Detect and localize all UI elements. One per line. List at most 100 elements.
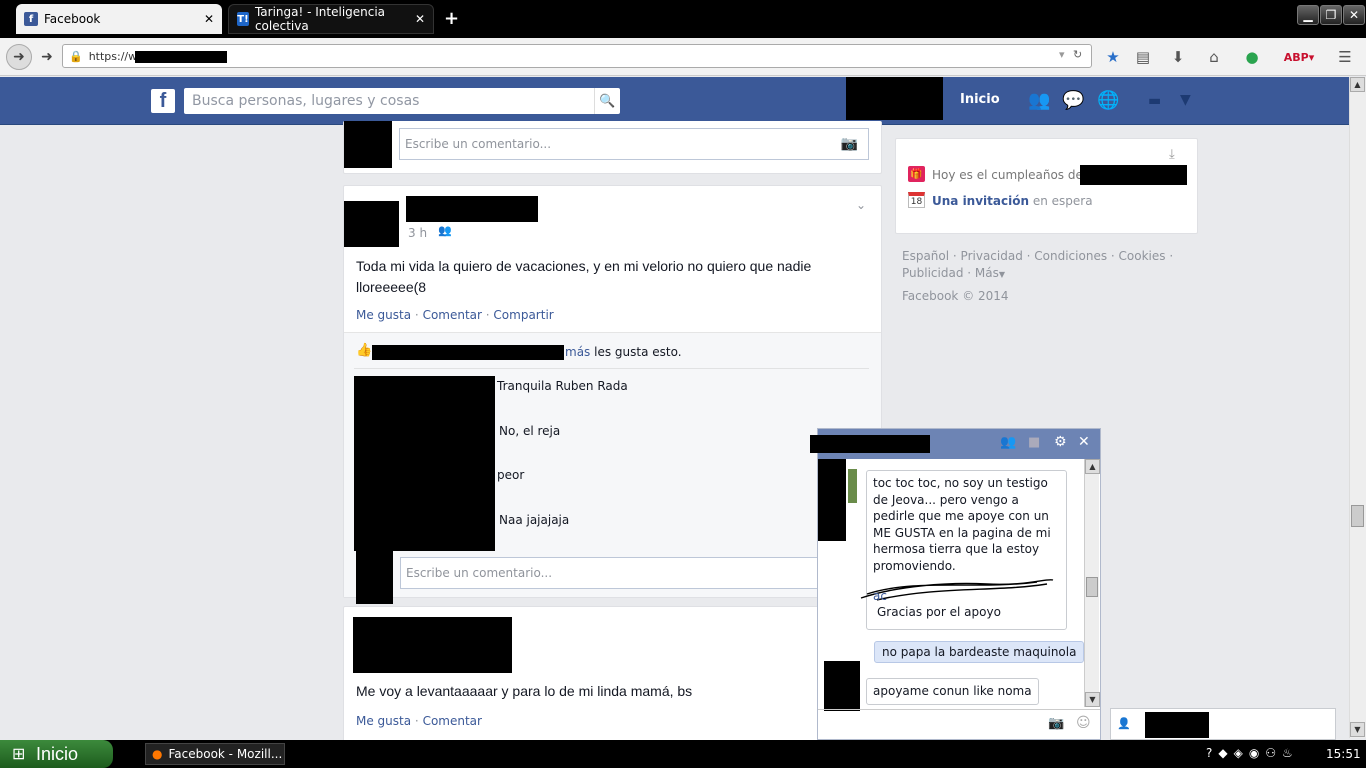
camera-icon[interactable]: 📷 [1048,716,1064,731]
reload-icon[interactable]: ↻ [1073,48,1082,61]
facebook-favicon-icon: f [24,12,38,26]
privacy-shortcuts-icon[interactable]: ▬ [1148,93,1161,109]
taskbar-app-firefox[interactable]: ● Facebook - Mozill... [145,743,285,765]
chat-header[interactable]: 👥 ■ ⚙ ✕ [810,429,1100,459]
search-placeholder: Busca personas, lugares y cosas [192,93,420,109]
invite-rest: en espera [1032,194,1093,208]
minimize-button[interactable]: ▁ [1297,5,1319,25]
scroll-thumb[interactable] [1351,505,1364,527]
page-footer: Español · Privacidad · Condiciones · Coo… [902,248,1202,305]
copyright: Facebook © 2014 [902,289,1009,303]
close-icon[interactable]: ✕ [1078,434,1090,450]
footer-link[interactable]: Más [975,266,999,280]
start-button[interactable]: ⊞ Inicio [0,740,113,768]
browser-tab-strip: f Facebook ✕ T! Taringa! - Inteligencia … [0,0,1366,38]
redacted-avatar [344,121,392,168]
scroll-up-arrow[interactable]: ▲ [1350,77,1365,92]
post-feedback-area: 👍 más les gusta esto. Tranquila Ruben Ra… [344,332,881,604]
footer-link[interactable]: Cookies [1119,249,1166,263]
footer-link[interactable]: Condiciones [1034,249,1107,263]
footer-link[interactable]: Español [902,249,949,263]
emoji-icon[interactable]: ☺ [1076,715,1091,731]
footer-link[interactable]: Publicidad [902,266,963,280]
restore-button[interactable]: ❐ [1320,5,1342,25]
scroll-down-arrow[interactable]: ▼ [1350,722,1365,737]
facebook-logo-icon[interactable]: f [151,89,175,113]
comment-link[interactable]: Comentar [423,308,482,322]
account-menu-chevron-icon[interactable]: ▼ [1180,92,1191,108]
download-icon[interactable]: ⬇ [1167,46,1189,68]
video-call-icon[interactable]: ■ [1028,435,1040,450]
share-link[interactable]: Compartir [493,308,553,322]
post-options-chevron-icon[interactable]: ⌄ [856,198,866,212]
windows-taskbar: ⊞ Inicio ● Facebook - Mozill... ?◆◈◉⚇♨ 1… [0,740,1366,768]
post-text: Toda mi vida la quiero de vacaciones, y … [356,258,812,295]
chat-message-outgoing: no papa la bardeaste maquinola [874,641,1085,663]
chat-message-incoming: apoyame conun like noma [866,678,1039,705]
dropdown-arrow-icon[interactable]: ▾ [1059,48,1065,61]
calendar-icon: 18 [908,192,925,208]
close-tab-icon[interactable]: ✕ [204,12,214,26]
message-text: Gracias por el apoyo [877,605,1001,619]
page-scrollbar[interactable]: ▲ ▼ [1349,77,1366,738]
close-tab-icon[interactable]: ✕ [415,12,425,26]
comment-input[interactable]: Escribe un comentario... [400,557,820,589]
new-tab-button[interactable]: + [444,8,459,29]
forward-arrow-icon[interactable]: ➜ [36,46,58,68]
taskbar-clock[interactable]: 15:51 [1326,747,1361,761]
tab-facebook[interactable]: f Facebook ✕ [16,4,222,34]
redacted-author-name [406,196,538,222]
comment-text: peor [497,468,525,482]
search-input[interactable]: Busca personas, lugares y cosas [184,88,620,114]
like-link[interactable]: Me gusta [356,714,411,728]
likes-suffix: les gusta esto. [594,345,682,359]
lock-icon: 🔒 [69,49,83,63]
chat-scrollbar[interactable]: ▲ ▼ [1084,459,1100,707]
scroll-down-arrow[interactable]: ▼ [1085,692,1100,707]
link-tail[interactable]: ac [873,588,887,605]
sender-avatar [848,469,857,503]
comment-text: Naa jajajaja [499,513,570,527]
close-window-button[interactable]: ✕ [1343,5,1365,25]
system-tray-icons[interactable]: ?◆◈◉⚇♨ [1206,746,1299,760]
footer-link[interactable]: Privacidad [961,249,1023,263]
home-link[interactable]: Inicio [960,92,1000,107]
previous-post-comment-area: Escribe un comentario... 📷 [343,121,882,174]
notifications-globe-icon[interactable]: 🌐 [1097,90,1119,111]
invite-link[interactable]: Una invitación [932,194,1029,208]
extension-icon[interactable]: ● [1241,46,1263,68]
url-bar[interactable]: 🔒 https://ww ▾ ↻ [62,44,1092,68]
calendar-day: 18 [910,197,923,207]
like-link[interactable]: Me gusta [356,308,411,322]
scroll-up-arrow[interactable]: ▲ [1085,459,1100,474]
chat-input[interactable]: 📷 ☺ [818,709,1100,739]
camera-icon[interactable]: 📷 [841,136,858,152]
messages-icon[interactable]: 💬 [1062,90,1084,111]
bookmark-star-icon[interactable]: ★ [1102,46,1124,68]
scribbled-link: ac [860,574,1060,605]
scroll-thumb[interactable] [1086,577,1098,597]
taskbar-app-label: Facebook - Mozill... [168,747,283,761]
adblock-icon[interactable]: ABP▾ [1284,46,1314,68]
reading-list-icon[interactable]: ▤ [1132,46,1154,68]
post-timestamp[interactable]: 3 h [408,226,427,240]
chat-sidebar-tab[interactable]: 👤 [1110,708,1336,740]
download-icon[interactable]: ⤓ [1169,147,1175,162]
comment-input[interactable]: Escribe un comentario... 📷 [399,128,869,160]
reminders-card: ⤓ 🎁 Hoy es el cumpleaños de 18 Una invit… [895,138,1198,234]
redacted-likers [372,345,564,360]
comment-link[interactable]: Comentar [423,714,482,728]
gear-icon[interactable]: ⚙ [1054,434,1067,450]
search-icon[interactable]: 🔍 [594,88,620,114]
post-text: Me voy a levantaaaaar y para lo de mi li… [356,683,693,699]
taringa-favicon-icon: T! [237,12,249,26]
message-text: toc toc toc, no soy un testigo de Jeova.… [873,476,1051,573]
home-icon[interactable]: ⌂ [1203,46,1225,68]
back-arrow-icon[interactable]: ➜ [6,44,32,70]
likes-more-link[interactable]: más [565,345,590,359]
friend-requests-icon[interactable]: 👥 [1028,90,1050,111]
menu-icon[interactable]: ☰ [1334,46,1356,68]
add-friends-icon[interactable]: 👥 [1000,435,1016,450]
tab-taringa[interactable]: T! Taringa! - Inteligencia colectiva ✕ [228,4,434,34]
audience-friends-icon[interactable]: 👥 [438,224,452,237]
